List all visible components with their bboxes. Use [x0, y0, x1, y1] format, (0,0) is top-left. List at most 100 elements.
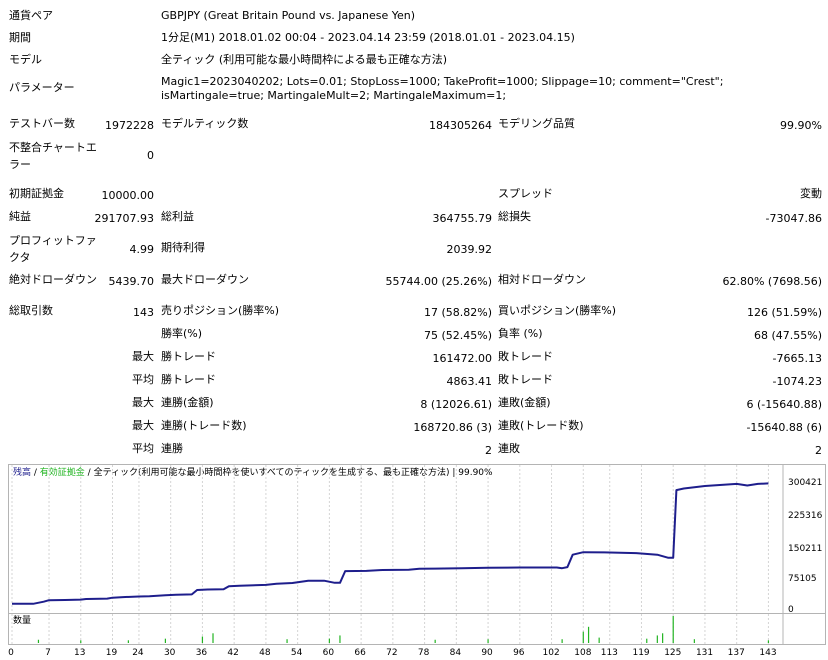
x-tick-label: 19 — [105, 648, 118, 658]
pf-value: 4.99 — [129, 243, 155, 256]
x-tick-label: 137 — [727, 648, 745, 658]
volume-panel: 数量 — [8, 613, 826, 645]
consec-win-money-value: 8 (12026.61) — [420, 398, 492, 411]
max-prefix-1: 最大 — [132, 350, 154, 363]
max-win-label: 勝トレード — [161, 350, 216, 363]
short-value: 17 (58.82%) — [423, 306, 492, 319]
consec-loss-money-label: 連敗(金額) — [498, 396, 551, 409]
y-tick-3: 75105 — [788, 574, 817, 584]
balance-line — [12, 482, 769, 605]
x-tick-label: 66 — [354, 648, 366, 658]
consec-loss-value: 2 — [815, 444, 822, 457]
model-label: モデル — [9, 53, 42, 66]
consec-win-trades-label: 連勝(トレード数) — [161, 419, 247, 432]
rel-dd-label: 相対ドローダウン — [498, 273, 586, 286]
max-loss-label: 敗トレード — [498, 350, 553, 363]
x-tick-label: 131 — [695, 648, 714, 658]
x-axis: 0 7 13 19 24 30 36 42 48 54 60 66 72 78 84 90 96 102 108 11… — [0, 645, 828, 659]
params-value: Magic1=2023040202; Lots=0.01; StopLoss=1… — [161, 75, 724, 102]
ticks-label: モデルティック数 — [161, 117, 249, 130]
gross-loss-value: -73047.86 — [765, 212, 822, 225]
mismatch-value: 0 — [147, 149, 154, 162]
deposit-label: 初期証拠金 — [9, 187, 64, 200]
x-tick-label: 36 — [195, 648, 208, 658]
max-loss-value: -7665.13 — [772, 352, 822, 365]
spread-label: スプレッド — [498, 187, 553, 200]
symbol-label: 通貨ペア — [9, 9, 53, 22]
avg-prefix-1: 平均 — [132, 373, 154, 386]
x-tick-label: 119 — [632, 648, 650, 658]
quality-label: モデリング品質 — [498, 117, 575, 130]
params-label: パラメーター — [9, 81, 75, 94]
max-dd-label: 最大ドローダウン — [161, 273, 249, 286]
consec-win-value: 2 — [485, 444, 492, 457]
max-prefix-3: 最大 — [132, 419, 154, 432]
bars-label: テストバー数 — [9, 117, 75, 130]
consec-loss-trades-label: 連敗(トレード数) — [498, 419, 584, 432]
max-win-value: 161472.00 — [432, 352, 493, 365]
x-tick-label: 13 — [74, 648, 86, 658]
y-tick-1: 225316 — [788, 511, 823, 521]
x-tick-label: 72 — [386, 648, 398, 658]
bars-value: 1972228 — [105, 119, 154, 132]
max-dd-value: 55744.00 (25.26%) — [385, 275, 492, 288]
avg-win-label: 勝トレード — [161, 373, 216, 386]
balance-chart: 残高 / 有効証拠金 / 全ティック(利用可能な最小時間枠を使いすべてのティック… — [8, 464, 826, 615]
rel-dd-value: 62.80% (7698.56) — [722, 275, 822, 288]
y-tick-0: 300421 — [788, 478, 823, 488]
long-label: 買いポジション(勝率%) — [498, 304, 617, 317]
balance-plot — [11, 465, 784, 613]
win-rate-value: 75 (52.45%) — [423, 329, 492, 342]
consec-loss-trades-value: -15640.88 (6) — [746, 421, 822, 434]
period-value: 1分足(M1) 2018.01.02 00:04 - 2023.04.14 23… — [161, 31, 575, 44]
y-tick-2: 150211 — [788, 544, 823, 554]
loss-rate-value: 68 (47.55%) — [753, 329, 822, 342]
deposit-value: 10000.00 — [101, 189, 155, 202]
gross-profit-label: 総利益 — [161, 210, 194, 223]
x-tick-label: 24 — [132, 648, 144, 658]
consec-win-money-label: 連勝(金額) — [161, 396, 214, 409]
quality-value: 99.90% — [780, 119, 822, 132]
avg-win-value: 4863.41 — [446, 375, 493, 388]
x-tick-label: 84 — [449, 648, 462, 658]
x-tick-label: 125 — [664, 648, 682, 658]
x-tick-label: 108 — [574, 648, 592, 658]
consec-loss-money-value: 6 (-15640.88) — [746, 398, 822, 411]
abs-dd-value: 5439.70 — [108, 275, 155, 288]
net-label: 純益 — [9, 210, 31, 223]
long-value: 126 (51.59%) — [746, 306, 822, 319]
consec-win-label: 連勝 — [161, 442, 183, 455]
volume-plot — [11, 614, 784, 644]
spread-value: 変動 — [800, 187, 822, 200]
pf-label: プロフィットファクタ — [9, 234, 97, 264]
period-label: 期間 — [9, 31, 31, 44]
trades-label: 総取引数 — [9, 304, 53, 317]
x-tick-label: 60 — [322, 648, 335, 658]
model-value: 全ティック (利用可能な最小時間枠による最も正確な方法) — [161, 53, 448, 66]
symbol-value: GBPJPY (Great Britain Pound vs. Japanese… — [161, 9, 416, 22]
avg-loss-label: 敗トレード — [498, 373, 553, 386]
consec-win-trades-value: 168720.86 (3) — [413, 421, 492, 434]
avg-prefix-2: 平均 — [132, 442, 154, 455]
x-tick-label: 54 — [290, 648, 303, 658]
expected-label: 期待利得 — [161, 241, 205, 254]
gross-loss-label: 総損失 — [498, 210, 531, 223]
x-tick-label: 7 — [45, 648, 51, 658]
x-tick-label: 78 — [417, 648, 430, 658]
consec-loss-label: 連敗 — [498, 442, 520, 455]
net-value: 291707.93 — [94, 212, 155, 225]
max-prefix-2: 最大 — [132, 396, 154, 409]
x-tick-label: 113 — [600, 648, 618, 658]
ticks-value: 184305264 — [429, 119, 492, 132]
expected-value: 2039.92 — [446, 243, 493, 256]
win-rate-label: 勝率(%) — [161, 327, 203, 340]
x-tick-label: 30 — [163, 648, 176, 658]
x-tick-label: 90 — [481, 648, 493, 658]
avg-loss-value: -1074.23 — [772, 375, 822, 388]
x-tick-label: 48 — [259, 648, 271, 658]
x-tick-label: 42 — [227, 648, 239, 658]
x-tick-label: 102 — [542, 648, 560, 658]
x-tick-label: 96 — [513, 648, 525, 658]
x-tick-label: 143 — [759, 648, 777, 658]
x-tick-label: 0 — [8, 648, 14, 658]
